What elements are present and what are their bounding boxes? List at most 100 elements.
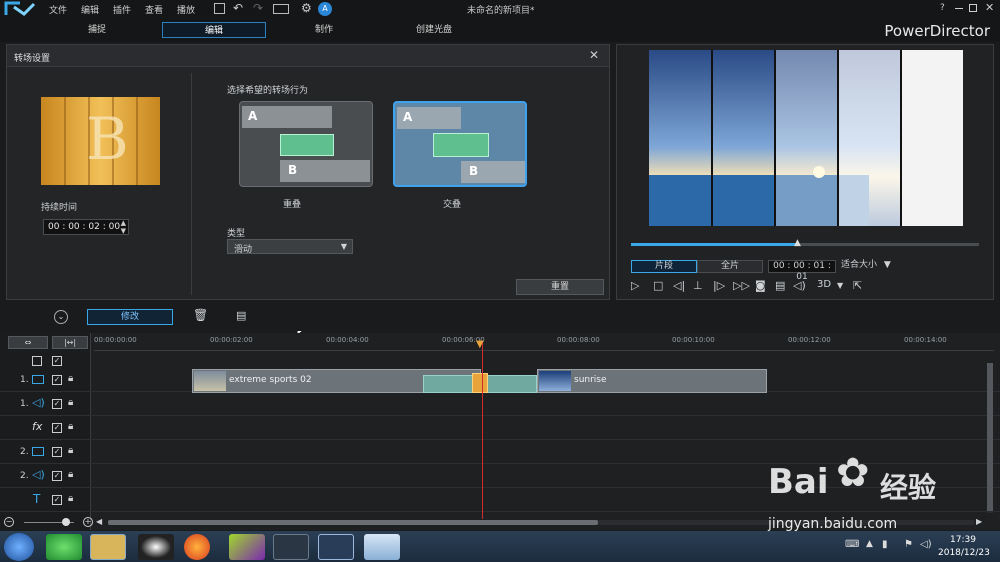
redo-icon[interactable]: ↷ bbox=[253, 1, 263, 15]
tab-produce[interactable]: 制作 bbox=[272, 22, 376, 38]
taskbar-qq-icon[interactable] bbox=[138, 534, 174, 560]
video-clip[interactable]: sunrise bbox=[537, 369, 767, 393]
start-button-icon[interactable] bbox=[4, 533, 34, 561]
track-lock-icon[interactable]: 🔒︎ bbox=[68, 469, 73, 480]
track-row: fx ✓ 🔒︎ bbox=[0, 417, 1000, 440]
track-lock-icon[interactable]: 🔒︎ bbox=[68, 397, 73, 408]
all-tracks-checkbox[interactable]: ✓ bbox=[52, 356, 62, 366]
subtitle-icon[interactable]: ▤ bbox=[775, 279, 785, 292]
menu-plugins[interactable]: 插件 bbox=[113, 3, 131, 16]
snapshot-camera-icon[interactable]: ◙ bbox=[755, 279, 766, 292]
menu-view[interactable]: 查看 bbox=[145, 3, 163, 16]
window-title: 未命名的新项目* bbox=[467, 6, 535, 16]
expand-toggle-icon[interactable]: ⌄ bbox=[54, 310, 68, 324]
save-icon[interactable] bbox=[214, 3, 225, 14]
track-enable-checkbox[interactable]: ✓ bbox=[52, 423, 62, 433]
track-enable-checkbox[interactable]: ✓ bbox=[52, 399, 62, 409]
edit-properties-icon[interactable]: ▤ bbox=[236, 309, 246, 322]
scroll-thumb[interactable] bbox=[108, 520, 598, 525]
fit-value: 适合大小 bbox=[841, 260, 878, 270]
playback-controls: ▷ □ ◁| ⊥ |▷ ▷▷ ◙ ▤ ◁) 3D ▼ ⇱ bbox=[631, 279, 951, 295]
taskbar-media-icon[interactable] bbox=[229, 534, 265, 560]
previous-frame-icon[interactable]: ◁| bbox=[673, 279, 685, 292]
close-panel-icon[interactable]: ✕ bbox=[589, 48, 599, 62]
fit-select[interactable]: 适合大小 ▼ bbox=[841, 260, 901, 273]
track-lock-icon[interactable]: 🔒︎ bbox=[68, 373, 73, 384]
transition-marker-icon[interactable] bbox=[472, 373, 488, 393]
tray-date[interactable]: 2018/12/23 bbox=[938, 548, 990, 558]
next-frame-icon[interactable]: |▷ bbox=[713, 279, 725, 292]
stop-icon[interactable]: □ bbox=[653, 279, 663, 292]
fit-timeline-button[interactable]: ⇔ bbox=[8, 336, 48, 349]
zoom-in-icon[interactable]: + bbox=[83, 517, 93, 527]
taskbar-notes-icon[interactable] bbox=[364, 534, 400, 560]
duration-input[interactable]: 00 : 00 : 02 : 00 ▲ ▼ bbox=[43, 219, 129, 235]
stepper-up-icon[interactable]: ▲ bbox=[121, 219, 126, 227]
aspect-ratio-icon[interactable] bbox=[273, 4, 289, 14]
cross-option[interactable]: A B bbox=[393, 101, 527, 187]
taskbar-folder-icon[interactable] bbox=[90, 534, 126, 560]
volume-icon[interactable]: ◁) bbox=[793, 279, 806, 292]
help-icon[interactable]: ? bbox=[940, 3, 945, 13]
watermark-paw-icon: ✿ bbox=[836, 450, 870, 496]
track-lock-icon[interactable]: 🔒︎ bbox=[68, 445, 73, 456]
track-enable-checkbox[interactable]: ✓ bbox=[52, 375, 62, 385]
tab-capture[interactable]: 捕捉 bbox=[45, 22, 149, 38]
movie-mode-toggle[interactable]: 全片 bbox=[697, 260, 763, 273]
track-lock-icon[interactable]: 🔒︎ bbox=[68, 421, 73, 432]
fit-chevron-icon: ▼ bbox=[883, 260, 891, 270]
undock-preview-icon[interactable]: ⇱ bbox=[853, 279, 862, 292]
vertical-scrollbar[interactable] bbox=[987, 363, 993, 513]
threed-chevron-icon[interactable]: ▼ bbox=[837, 281, 843, 290]
seek-handle-icon[interactable]: ▲ bbox=[794, 238, 801, 248]
ruler-tick-label: 00:00:02:00 bbox=[210, 336, 253, 344]
track-enable-checkbox[interactable]: ✓ bbox=[52, 447, 62, 457]
split-icon[interactable]: ⊥ bbox=[693, 279, 703, 292]
timeline-ruler[interactable]: 00:00:00:00 00:00:02:00 00:00:04:00 00:0… bbox=[94, 333, 994, 351]
stepper-down-icon[interactable]: ▼ bbox=[121, 227, 126, 235]
taskbar-app-green-icon[interactable] bbox=[46, 534, 82, 560]
account-badge-icon[interactable]: A bbox=[318, 2, 332, 16]
threed-toggle[interactable]: 3D bbox=[817, 279, 831, 290]
watermark-logo-right: 经验 bbox=[880, 471, 937, 504]
clip-mode-toggle[interactable]: 片段 bbox=[631, 260, 697, 273]
playhead[interactable] bbox=[482, 341, 483, 519]
tab-create-disc[interactable]: 创建光盘 bbox=[382, 22, 486, 38]
preview-seek-bar[interactable]: ▲ bbox=[631, 238, 979, 248]
close-window-icon[interactable]: ✕ bbox=[985, 1, 994, 14]
taskbar-firefox-icon[interactable] bbox=[184, 534, 210, 560]
settings-gear-icon[interactable]: ⚙ bbox=[301, 1, 312, 15]
taskbar-powerdirector-icon[interactable] bbox=[318, 534, 354, 560]
minimize-icon[interactable] bbox=[955, 8, 963, 9]
panel-divider bbox=[191, 73, 192, 295]
modify-button[interactable]: 修改 bbox=[87, 309, 173, 325]
zoom-out-icon[interactable]: − bbox=[4, 517, 14, 527]
playhead-handle-icon[interactable]: ▼ bbox=[476, 339, 484, 350]
delete-trash-icon[interactable]: 🗑 bbox=[193, 308, 208, 322]
track-enable-checkbox[interactable]: ✓ bbox=[52, 471, 62, 481]
undo-icon[interactable]: ↶ bbox=[233, 1, 243, 15]
watermark-url: jingyan.baidu.com bbox=[768, 516, 898, 532]
taskbar-record-icon[interactable] bbox=[273, 534, 309, 560]
menu-edit[interactable]: 编辑 bbox=[81, 3, 99, 16]
menu-file[interactable]: 文件 bbox=[49, 3, 67, 16]
restore-icon[interactable] bbox=[969, 4, 977, 12]
preview-timecode[interactable]: 00 : 00 : 01 : 01 bbox=[768, 260, 836, 282]
overlap-option[interactable]: A B bbox=[239, 101, 373, 187]
fast-forward-icon[interactable]: ▷▷ bbox=[733, 279, 750, 292]
scroll-left-icon[interactable]: ◀ bbox=[96, 517, 102, 526]
tab-edit[interactable]: 编辑 bbox=[162, 22, 266, 38]
seek-progress bbox=[631, 243, 799, 246]
all-tracks-toggle-icon[interactable] bbox=[32, 356, 42, 366]
video-track-icon bbox=[32, 375, 44, 384]
zoom-timeline-button[interactable]: |↔| bbox=[52, 336, 88, 349]
reset-button[interactable]: 重置 bbox=[516, 279, 604, 295]
audio-track-icon: ◁) bbox=[32, 396, 45, 409]
zoom-slider-handle[interactable] bbox=[62, 518, 70, 526]
play-icon[interactable]: ▷ bbox=[631, 279, 639, 292]
scroll-right-icon[interactable]: ▶ bbox=[976, 517, 982, 526]
track-enable-checkbox[interactable]: ✓ bbox=[52, 495, 62, 505]
menu-play[interactable]: 播放 bbox=[177, 3, 195, 16]
type-select[interactable]: 滑动 ▼ bbox=[227, 239, 353, 255]
track-lock-icon[interactable]: 🔒︎ bbox=[68, 493, 73, 504]
